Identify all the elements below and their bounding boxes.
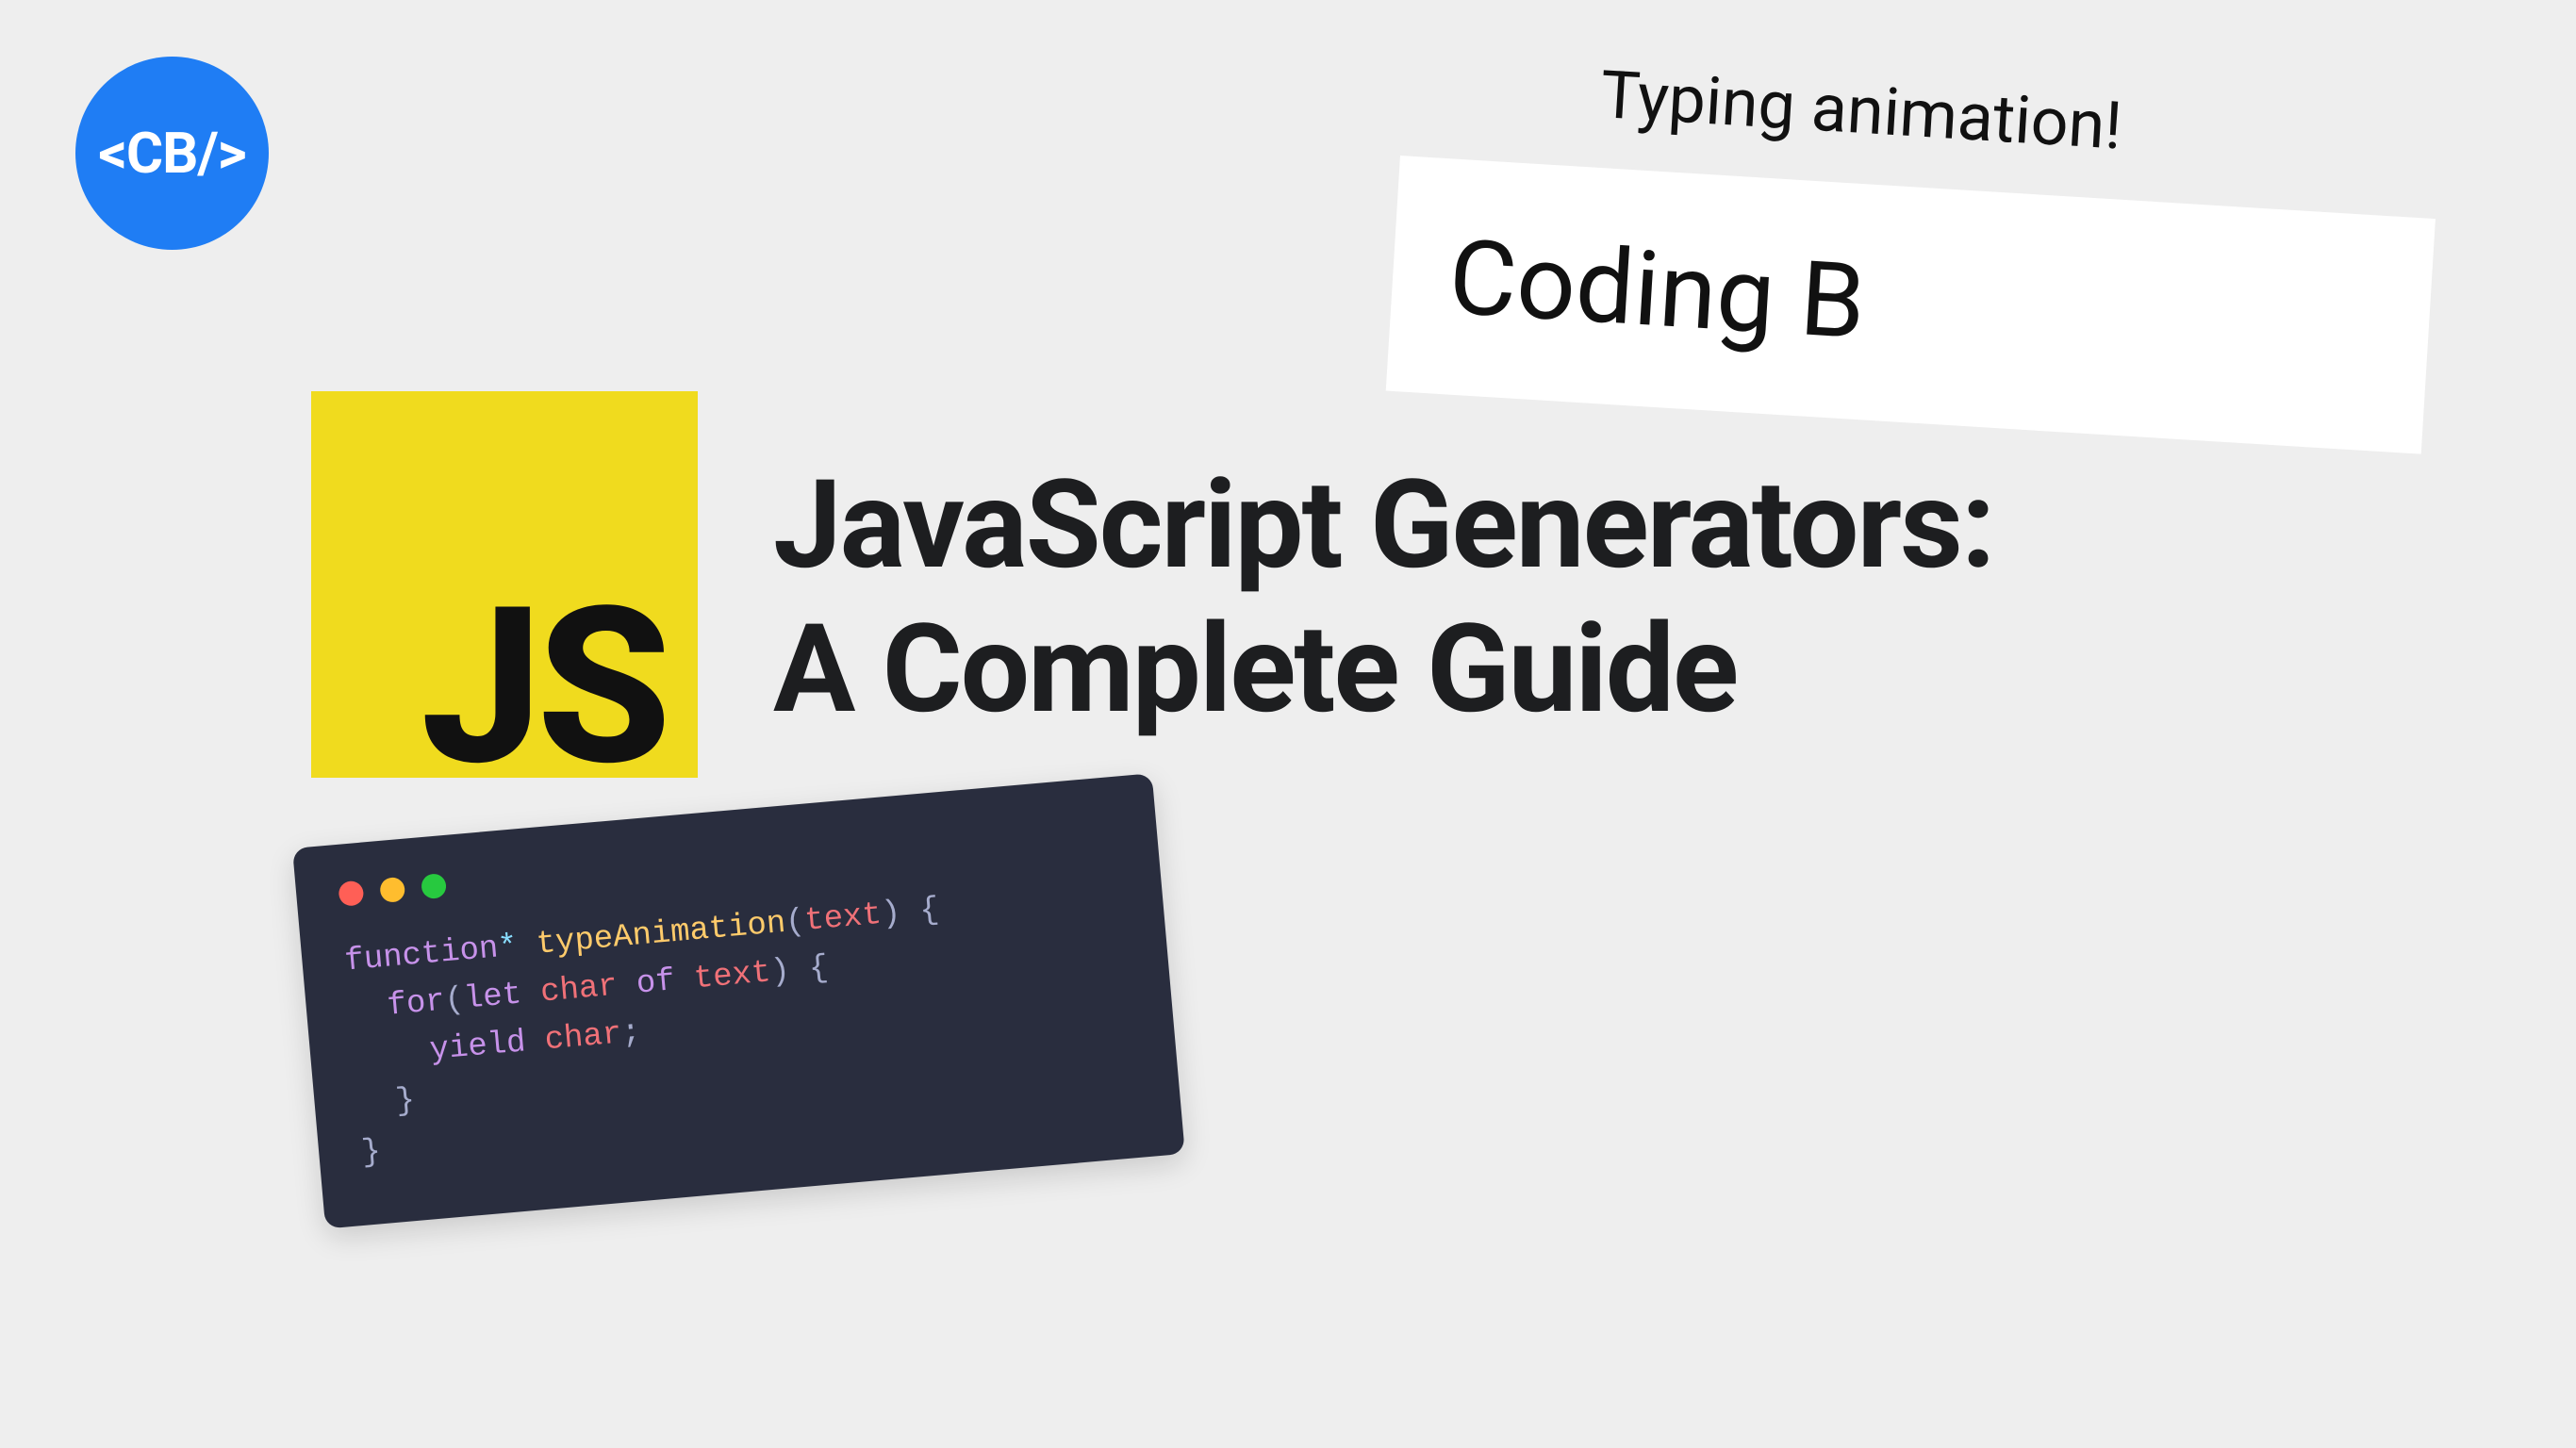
logo-text: <CB/> [98, 120, 245, 187]
minimize-dot-icon [379, 877, 405, 903]
tok-param: text [803, 897, 883, 940]
tok-brace-close-outer: } [360, 1134, 383, 1172]
js-badge: JS [311, 391, 698, 778]
tok-char-var: char [539, 969, 619, 1012]
tok-keyword-function: function [343, 930, 500, 979]
zoom-dot-icon [421, 873, 447, 899]
site-logo: <CB/> [75, 57, 269, 250]
tok-paren-close-2: ) [769, 954, 792, 992]
tok-of: of [635, 963, 676, 1002]
tok-for: for [386, 984, 446, 1025]
tok-star: * [497, 930, 520, 967]
tok-let: let [462, 977, 522, 1017]
tok-semicolon: ; [620, 1015, 643, 1053]
typing-demo-text: Coding B [1445, 216, 1869, 363]
tok-func-name: typeAnimation [535, 906, 787, 963]
title-line-1: JavaScript Generators: [773, 452, 1994, 597]
js-badge-text: JS [421, 580, 666, 797]
tok-iter-text: text [692, 955, 772, 997]
tok-paren-close: ) [880, 896, 902, 933]
close-dot-icon [338, 880, 364, 907]
page-title: JavaScript Generators: A Complete Guide [773, 452, 1994, 742]
tok-brace-close-inner: } [394, 1083, 417, 1121]
typing-annotation-label: Typing animation! [1598, 57, 2124, 166]
title-line-2: A Complete Guide [773, 597, 1737, 741]
tok-brace-open-1: { [918, 893, 941, 930]
tok-yield-char: char [543, 1016, 623, 1059]
code-snippet-window: function* typeAnimation(text) { for(let … [292, 773, 1185, 1228]
tok-yield: yield [428, 1025, 527, 1069]
typing-demo-card: Coding B [1386, 156, 2436, 454]
tok-brace-open-2: { [807, 950, 830, 988]
code-content: function* typeAnimation(text) { for(let … [343, 871, 1139, 1178]
